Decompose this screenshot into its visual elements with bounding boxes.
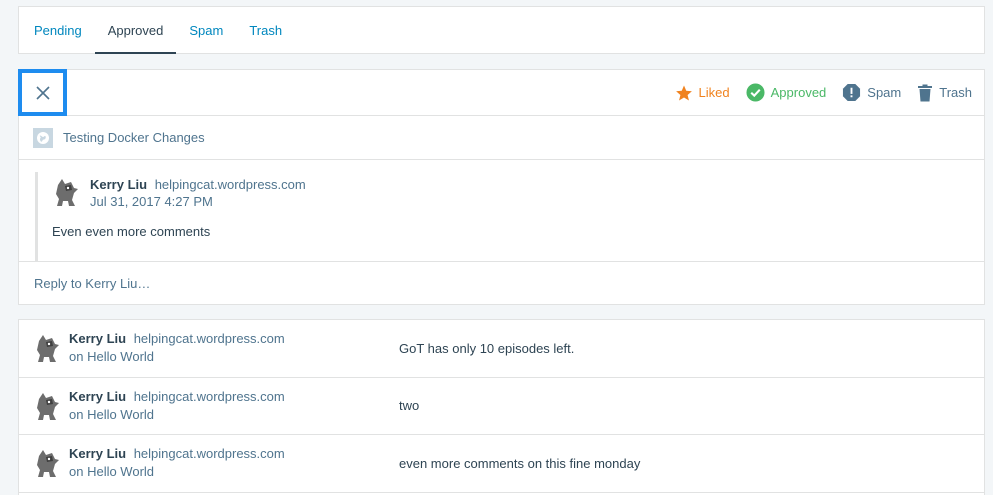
list-item-site-link[interactable]: helpingcat.wordpress.com (134, 331, 285, 346)
trash-icon (918, 84, 933, 101)
avatar (37, 335, 59, 363)
site-icon (33, 127, 53, 148)
trash-label: Trash (939, 85, 972, 100)
avatar (56, 179, 78, 206)
globe-icon (37, 131, 49, 144)
tab-pending[interactable]: Pending (21, 7, 95, 53)
list-item-excerpt: two (399, 398, 420, 414)
list-item-site-link[interactable]: helpingcat.wordpress.com (134, 446, 285, 461)
list-item-author: Kerry Liu (69, 331, 127, 347)
list-item-excerpt: GoT has only 10 episodes left. (399, 340, 575, 356)
comment-author: Kerry Liu (90, 177, 148, 192)
comment-body: Kerry Liu helpingcat.wordpress.com Jul 3… (35, 172, 984, 262)
comment-date[interactable]: Jul 31, 2017 4:27 PM (90, 193, 306, 210)
list-item-post[interactable]: on Hello World (69, 348, 399, 366)
trash-button[interactable]: Trash (917, 84, 972, 102)
like-button[interactable]: Liked (675, 84, 730, 102)
approve-label: Approved (770, 85, 827, 100)
close-button[interactable] (18, 69, 67, 116)
comment-status-tabs: Pending Approved Spam Trash (18, 6, 985, 54)
avatar (37, 392, 59, 420)
spam-alert-icon (843, 83, 861, 102)
tab-spam[interactable]: Spam (176, 7, 236, 53)
comment-list: Kerry Liu helpingcat.wordpress.com on He… (18, 319, 985, 495)
list-item-author: Kerry Liu (69, 388, 127, 404)
list-item[interactable]: Kerry Liu helpingcat.wordpress.com on He… (19, 320, 984, 378)
close-icon (35, 85, 50, 100)
list-item-excerpt: even more comments on this fine monday (399, 455, 641, 471)
comment-actions: Liked Approved Spam Trash (675, 70, 972, 115)
checkmark-circle-icon (746, 83, 765, 102)
tab-approved[interactable]: Approved (94, 7, 177, 54)
comment-text: Even even more comments (52, 224, 211, 239)
reply-input[interactable]: Reply to Kerry Liu… (19, 261, 984, 304)
list-item-post[interactable]: on Hello World (69, 406, 399, 424)
spam-label: Spam (867, 85, 902, 100)
list-item[interactable]: Kerry Liu helpingcat.wordpress.com on He… (19, 378, 984, 435)
comment-detail-header: Liked Approved Spam Trash (18, 69, 984, 116)
list-item-author: Kerry Liu (69, 446, 127, 462)
list-item-post[interactable]: on Hello World (69, 463, 399, 481)
comment-meta: Kerry Liu helpingcat.wordpress.com Jul 3… (52, 176, 984, 210)
star-icon (675, 85, 692, 100)
like-label: Liked (698, 85, 730, 100)
avatar (37, 450, 59, 478)
comment-detail-card: Liked Approved Spam Trash Testing Docker… (18, 69, 985, 305)
list-item-site-link[interactable]: helpingcat.wordpress.com (134, 389, 285, 404)
list-item[interactable]: Kerry Liu helpingcat.wordpress.com on He… (19, 435, 984, 493)
comment-post-link[interactable]: Testing Docker Changes (19, 116, 984, 160)
post-title[interactable]: Testing Docker Changes (63, 130, 205, 145)
approve-button[interactable]: Approved (746, 83, 827, 102)
tab-trash[interactable]: Trash (236, 7, 295, 53)
spam-button[interactable]: Spam (842, 83, 901, 102)
author-site-link[interactable]: helpingcat.wordpress.com (155, 177, 306, 192)
